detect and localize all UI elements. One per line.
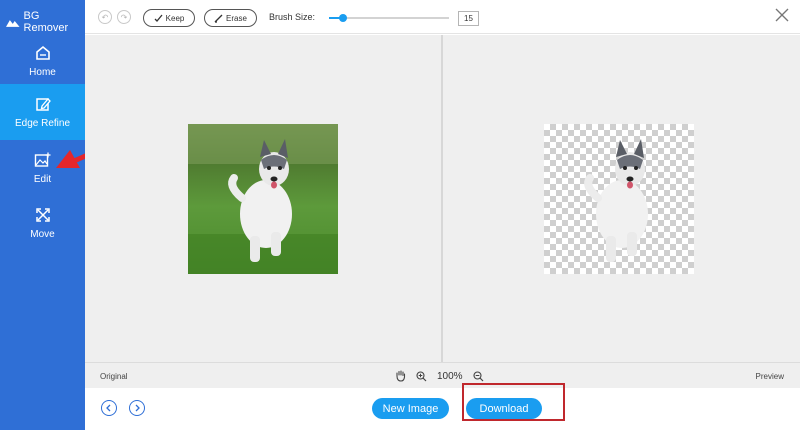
next-button[interactable] — [129, 400, 145, 416]
zoom-controls: 100% — [395, 370, 484, 382]
app-title: BG Remover — [23, 10, 69, 34]
zoom-in-icon[interactable] — [416, 370, 427, 382]
bottom-bar: New Image Download — [85, 388, 800, 430]
brush-size-label: Brush Size: — [269, 12, 316, 22]
original-image — [188, 124, 338, 274]
hand-pan-icon[interactable] — [395, 370, 406, 382]
toolbar: ↶ ↷ Keep Erase Brush Size: 15 — [85, 0, 800, 34]
previous-button[interactable] — [101, 400, 117, 416]
status-bar: Original 100% Preview — [85, 362, 800, 388]
erase-brush-icon — [214, 14, 223, 23]
keep-button[interactable]: Keep — [143, 9, 195, 27]
brush-size-value[interactable]: 15 — [458, 11, 479, 26]
zoom-level: 100% — [437, 370, 463, 382]
sidebar-item-move[interactable]: Move — [0, 195, 85, 251]
preview-dog-cutout — [584, 139, 648, 262]
sidebar-item-label: Edit — [33, 173, 52, 185]
sidebar-item-label: Move — [30, 228, 55, 240]
original-label: Original — [100, 372, 128, 381]
sidebar-item-home[interactable]: Home — [0, 33, 85, 89]
redo-icon: ↷ — [120, 12, 128, 22]
app-logo-icon — [6, 20, 20, 27]
zoom-out-icon[interactable] — [473, 370, 484, 382]
edge-refine-icon — [35, 97, 51, 111]
chevron-right-icon — [135, 404, 140, 412]
keep-label: Keep — [165, 13, 185, 23]
sidebar-item-label: Edge Refine — [14, 117, 71, 129]
move-icon — [35, 207, 50, 222]
download-highlight-box — [462, 383, 565, 421]
app-brand: BG Remover — [6, 10, 85, 34]
erase-label: Erase — [226, 13, 247, 23]
preview-panel — [443, 35, 800, 362]
erase-button[interactable]: Erase — [204, 9, 257, 27]
sidebar-item-label: Home — [29, 66, 56, 78]
undo-icon: ↶ — [101, 12, 109, 22]
brush-size-slider-thumb[interactable] — [339, 14, 348, 22]
undo-button[interactable]: ↶ — [98, 10, 112, 24]
sidebar: BG Remover Home Edge Refine Edit Move — [0, 0, 85, 430]
chevron-left-icon — [106, 404, 111, 412]
home-icon — [35, 45, 50, 60]
new-image-button[interactable]: New Image — [372, 398, 449, 419]
edit-image-icon — [34, 152, 51, 167]
original-dog-image — [188, 124, 338, 274]
original-panel — [85, 35, 441, 362]
preview-label: Preview — [755, 372, 784, 381]
brush-size-slider[interactable] — [329, 14, 449, 22]
close-icon[interactable] — [773, 6, 791, 24]
redo-button[interactable]: ↷ — [117, 10, 131, 24]
keep-brush-icon — [154, 14, 163, 22]
preview-image — [544, 124, 694, 274]
